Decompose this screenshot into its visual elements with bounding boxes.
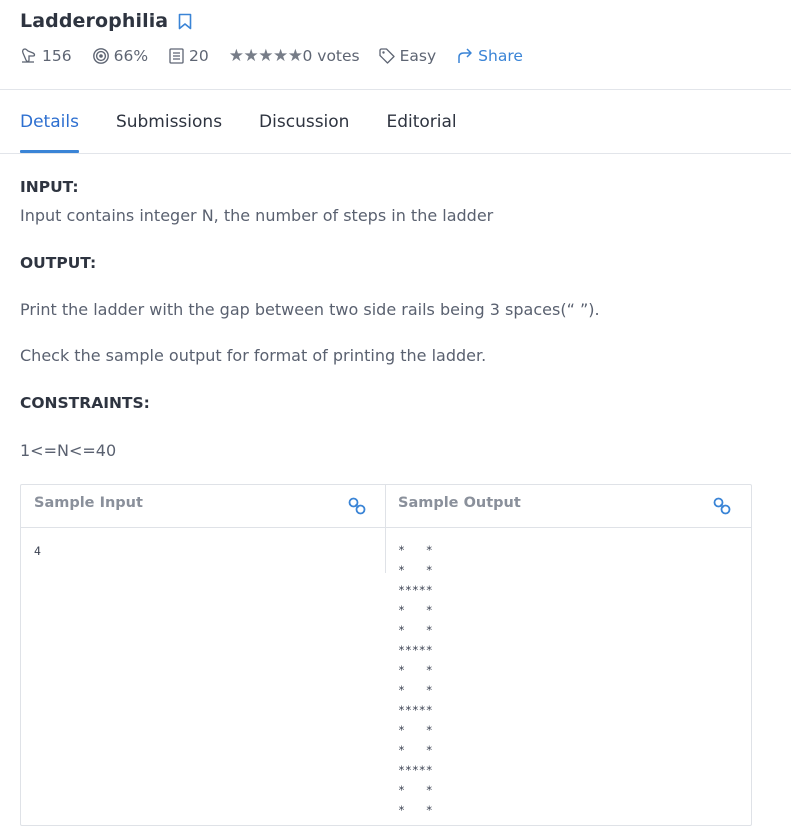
output-description: Print the ladder with the gap between tw… xyxy=(20,300,600,319)
tab-details[interactable]: Details xyxy=(20,90,79,153)
success-rate: 66% xyxy=(113,47,149,65)
problem-title: Ladderophilia xyxy=(20,10,169,32)
share-label: Share xyxy=(478,47,523,65)
rating-stars[interactable]: ★★★★★ xyxy=(229,46,303,66)
difficulty-label: Easy xyxy=(399,47,437,65)
attempts-stat: 156 xyxy=(20,47,72,65)
list-icon xyxy=(169,48,184,64)
sample-input-label: Sample Input xyxy=(34,495,143,511)
link-icon[interactable] xyxy=(712,496,732,520)
sample-output-label: Sample Output xyxy=(398,495,521,511)
bookmark-icon[interactable] xyxy=(178,13,192,30)
column-separator xyxy=(385,485,386,573)
tab-editorial[interactable]: Editorial xyxy=(386,90,456,153)
problem-meta: 156 66% 20 ★★★★★ 0 votes Easy Share xyxy=(20,44,780,68)
success-stat: 66% xyxy=(92,47,148,65)
input-heading: INPUT: xyxy=(20,178,79,196)
tab-bar: Details Submissions Discussion Editorial xyxy=(20,90,494,153)
constraints-text: 1<=N<=40 xyxy=(20,441,117,460)
submissions-stat: 20 xyxy=(168,47,209,65)
attempts-count: 156 xyxy=(42,47,72,65)
sample-output-value: * * * * ***** * * * * ***** * * * * ****… xyxy=(398,543,433,817)
difficulty-tag: Easy xyxy=(378,47,437,65)
input-description: Input contains integer N, the number of … xyxy=(20,206,494,225)
link-icon[interactable] xyxy=(347,496,367,520)
sample-input-value: 4 xyxy=(34,544,41,558)
tag-icon xyxy=(378,48,395,64)
attempts-icon xyxy=(21,48,36,63)
tab-discussion[interactable]: Discussion xyxy=(259,90,349,153)
rating: ★★★★★ 0 votes xyxy=(229,46,360,66)
share-icon xyxy=(458,48,472,63)
target-icon xyxy=(92,48,109,64)
constraints-heading: CONSTRAINTS: xyxy=(20,394,150,412)
format-note: Check the sample output for format of pr… xyxy=(20,346,487,365)
submissions-count: 20 xyxy=(189,47,209,65)
votes-count: 0 votes xyxy=(302,47,360,65)
share-button[interactable]: Share xyxy=(456,47,523,65)
tabs-divider xyxy=(0,153,791,154)
sample-io-table: Sample Input Sample Output 4 * * * * ***… xyxy=(20,484,752,826)
output-heading: OUTPUT: xyxy=(20,254,97,272)
tab-submissions[interactable]: Submissions xyxy=(116,90,222,153)
problem-header: Ladderophilia 156 66% 20 ★★★★★ 0 votes E… xyxy=(20,8,780,68)
